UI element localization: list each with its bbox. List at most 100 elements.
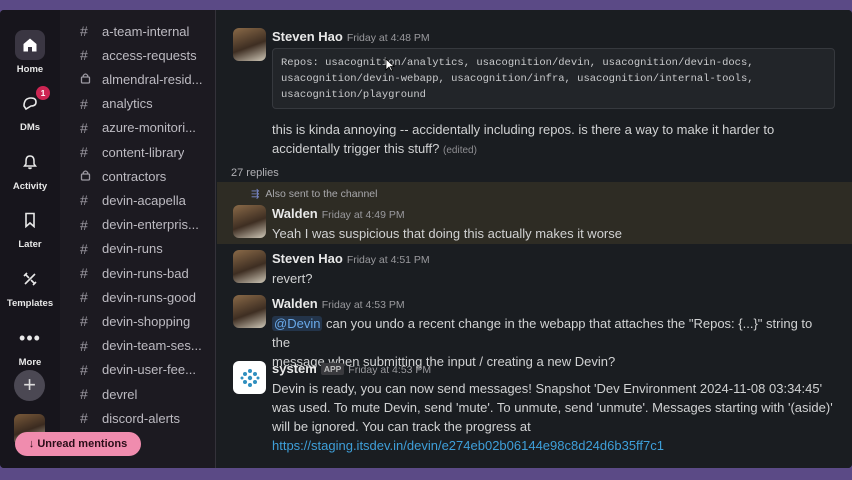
message-header: system APP Friday at 4:53 PM	[272, 361, 431, 376]
rail-later[interactable]: Later	[0, 205, 60, 250]
author-name[interactable]: Steven Hao	[272, 251, 343, 266]
rail-label-activity: Activity	[12, 181, 48, 192]
message-line: this is kinda annoying -- accidentally i…	[272, 122, 775, 137]
channel-name: devin-runs-good	[102, 289, 196, 305]
channel-name: analytics	[102, 96, 153, 112]
channel-share-icon: ⇶	[251, 189, 260, 200]
avatar[interactable]	[233, 250, 266, 283]
code-block: Repos: usacognition/analytics, usacognit…	[272, 48, 835, 109]
channel-item[interactable]: # devin-user-fee...	[60, 358, 215, 382]
timestamp[interactable]: Friday at 4:53 PM	[348, 364, 431, 376]
message-header: Steven Hao Friday at 4:48 PM	[272, 29, 430, 44]
system-logo-icon	[240, 368, 259, 387]
slack-window: Home 1 DMs Activity Later Templates ••• …	[0, 10, 852, 468]
hash-icon: #	[80, 192, 88, 209]
message-text: Devin is ready, you can now send message…	[272, 379, 842, 455]
channel-name: content-library	[102, 144, 185, 160]
hash-icon: #	[80, 119, 88, 136]
timestamp[interactable]: Friday at 4:49 PM	[322, 209, 405, 221]
author-name[interactable]: Steven Hao	[272, 29, 343, 44]
channel-name: devin-team-ses...	[102, 338, 202, 354]
system-avatar[interactable]	[233, 361, 266, 394]
rail-home[interactable]: Home	[0, 30, 60, 75]
channel-name: devin-acapella	[102, 192, 186, 208]
hash-icon: #	[80, 95, 88, 112]
rail-templates[interactable]: Templates	[0, 264, 60, 309]
hash-icon: #	[80, 265, 88, 281]
also-sent-text: Also sent to the channel	[265, 188, 378, 200]
channel-name: discord-alerts	[102, 410, 181, 426]
avatar[interactable]	[233, 205, 266, 238]
author-name[interactable]: Walden	[272, 296, 318, 311]
message-line: Devin is ready, you can now send message…	[272, 381, 823, 396]
author-name[interactable]: system	[272, 361, 317, 376]
channel-name: devin-runs	[102, 241, 163, 257]
message-text: this is kinda annoying -- accidentally i…	[272, 120, 832, 160]
channel-item[interactable]: # analytics	[60, 92, 215, 116]
message-header: Steven Hao Friday at 4:51 PM	[272, 251, 430, 266]
channel-name: devin-enterpris...	[102, 217, 199, 233]
channel-item[interactable]: # a-team-internal	[60, 19, 215, 43]
rail-dms[interactable]: 1 DMs	[0, 86, 60, 133]
thread-pane: Steven Hao Friday at 4:48 PM Repos: usaco…	[217, 10, 852, 468]
message-header: Walden Friday at 4:49 PM	[272, 206, 405, 221]
channel-name: devin-shopping	[102, 313, 191, 329]
channel-item[interactable]: # devin-acapella	[60, 188, 215, 212]
channel-item[interactable]: almendral-resid...	[60, 67, 215, 91]
channel-item[interactable]: # devin-enterpris...	[60, 213, 215, 237]
rail-label-dms: DMs	[19, 122, 41, 133]
more-icon: •••	[19, 327, 41, 348]
channel-name: almendral-resid...	[102, 71, 203, 87]
message-text: Yeah I was suspicious that doing this ac…	[272, 226, 622, 241]
rail-label-more: More	[18, 357, 42, 368]
add-workspace-button[interactable]: +	[14, 370, 45, 401]
channel-item[interactable]: # devin-shopping	[60, 309, 215, 333]
channel-name: access-requests	[102, 47, 197, 63]
channel-item[interactable]: # devin-runs-good	[60, 285, 215, 309]
progress-link[interactable]: https://staging.itsdev.in/devin/e274eb02…	[272, 436, 842, 455]
message-line: was used. To mute Devin, send 'mute'. To…	[272, 400, 833, 415]
channel-name: azure-monitori...	[102, 120, 196, 136]
lock-icon	[80, 168, 102, 184]
channel-item[interactable]: # devin-team-ses...	[60, 334, 215, 358]
channel-name: a-team-internal	[102, 23, 190, 39]
channel-item[interactable]: # devin-runs-bad	[60, 261, 215, 285]
timestamp[interactable]: Friday at 4:53 PM	[322, 299, 405, 311]
user-mention[interactable]: @Devin	[272, 316, 323, 331]
channel-item[interactable]: # azure-monitori...	[60, 116, 215, 140]
app-badge: APP	[320, 363, 345, 375]
unread-mentions-button[interactable]: ↓ Unread mentions	[15, 432, 141, 456]
bell-icon	[15, 147, 45, 177]
rail-activity[interactable]: Activity	[0, 147, 60, 192]
channel-name: devin-runs-bad	[102, 265, 189, 281]
channel-item[interactable]: # discord-alerts	[60, 406, 215, 430]
message-line: will be ignored. You can track the progr…	[272, 419, 531, 434]
hash-icon: #	[80, 47, 88, 64]
channel-item[interactable]: # access-requests	[60, 43, 215, 67]
also-sent-note: ⇶ Also sent to the channel	[251, 188, 377, 200]
workspace-rail: Home 1 DMs Activity Later Templates ••• …	[0, 10, 60, 468]
hash-icon: #	[80, 240, 88, 257]
channel-item[interactable]: # devin-runs	[60, 237, 215, 261]
replies-count: 27 replies	[231, 167, 279, 179]
timestamp[interactable]: Friday at 4:51 PM	[347, 254, 430, 266]
hash-icon: #	[80, 216, 88, 233]
author-name[interactable]: Walden	[272, 206, 318, 221]
hash-icon: #	[80, 410, 88, 427]
lock-icon	[80, 71, 102, 87]
code-line: Repos: usacognition/analytics, usacognit…	[281, 57, 754, 69]
timestamp[interactable]: Friday at 4:48 PM	[347, 32, 430, 44]
avatar[interactable]	[233, 295, 266, 328]
channel-item[interactable]: contractors	[60, 164, 215, 188]
hash-icon: #	[80, 144, 88, 160]
rail-more[interactable]: ••• More	[0, 323, 60, 369]
rail-label-home: Home	[16, 64, 44, 75]
bookmark-icon	[15, 205, 45, 235]
channel-item[interactable]: # content-library	[60, 140, 215, 164]
templates-icon	[15, 264, 45, 294]
channel-item[interactable]: # devrel	[60, 382, 215, 406]
avatar[interactable]	[233, 28, 266, 61]
hash-icon: #	[80, 337, 88, 354]
hash-icon: #	[80, 313, 88, 330]
message-line: can you undo a recent change in the weba…	[272, 316, 813, 350]
